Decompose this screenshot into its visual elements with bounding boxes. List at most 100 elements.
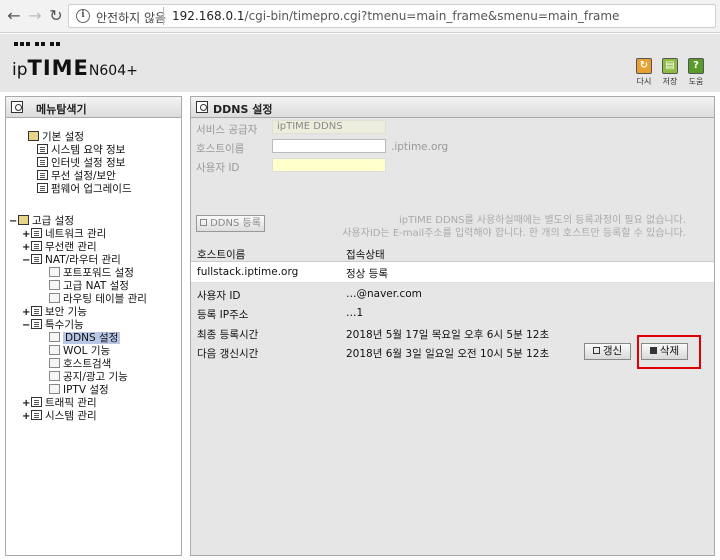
traffic-icon <box>31 397 42 407</box>
tree-port-forward[interactable]: 포트포워드 설정 <box>49 267 134 280</box>
tree-internet-settings[interactable]: 인터넷 설정 정보 <box>37 157 125 170</box>
tree-advanced-settings[interactable]: − 고급 설정 <box>9 215 74 228</box>
tree-wol[interactable]: WOL 기능 <box>49 345 110 358</box>
wifi-icon <box>31 241 42 251</box>
chart-icon <box>31 410 42 420</box>
reload-icon[interactable]: ↻ <box>46 6 66 26</box>
detail-userid: 사용자 ID …@naver.com <box>191 285 714 305</box>
tree-nat-router[interactable]: − NAT/라우터 관리 <box>22 254 121 267</box>
host-table-header: 호스트이름 접속상태 <box>191 244 714 262</box>
tree-wireless-management[interactable]: + 무선랜 관리 <box>22 241 97 254</box>
page-icon <box>49 332 60 342</box>
tree-security[interactable]: + 보안 기능 <box>22 306 87 319</box>
detail-last-registered: 최종 등록시간 2018년 5월 17일 목요일 오후 6시 5분 12초 <box>191 324 714 344</box>
menu-explorer-title: 메뉴탐색기 <box>36 103 87 116</box>
help-icon: ? <box>688 58 704 74</box>
info-icon[interactable]: i <box>76 9 90 23</box>
url-path: /cgi-bin/timepro.cgi?tmenu=main_frame&sm… <box>244 9 620 23</box>
detail-last-registered-label: 최종 등록시간 <box>197 329 259 341</box>
tree-basic-settings[interactable]: 기본 설정 <box>19 131 84 144</box>
chart-icon <box>37 144 48 154</box>
tree-iptv[interactable]: IPTV 설정 <box>49 384 109 397</box>
url-text[interactable]: 192.168.0.1/cgi-bin/timepro.cgi?tmenu=ma… <box>172 9 619 23</box>
page-icon <box>49 384 60 394</box>
tree-routing-table[interactable]: 라우팅 테이블 관리 <box>49 293 147 306</box>
detail-next-update-value: 2018년 6월 3일 일요일 오전 10시 5분 12초 <box>346 348 550 360</box>
help-label: 도움 <box>688 77 704 86</box>
provider-select[interactable]: ipTIME DDNS <box>272 120 386 134</box>
header-buttons: ↻ 다시 ▤ 저장 ? 도움 <box>635 58 705 87</box>
refresh-button[interactable]: 갱신 <box>584 343 631 360</box>
col-hostname: 호스트이름 <box>197 249 246 261</box>
hostname-suffix: .iptime.org <box>391 141 449 153</box>
save-button[interactable]: ▤ 저장 <box>661 58 679 87</box>
logo-time: TIME <box>27 56 89 80</box>
url-host: 192.168.0.1 <box>172 9 245 23</box>
address-bar[interactable]: i 안전하지 않음 192.168.0.1/cgi-bin/timepro.cg… <box>68 4 716 28</box>
tree-advanced-nat[interactable]: 고급 NAT 설정 <box>49 280 129 293</box>
magnifier-icon <box>11 101 23 113</box>
forward-icon[interactable]: → <box>25 6 45 26</box>
row-status: 정상 등록 <box>346 268 388 280</box>
userid-label: 사용자 ID <box>196 162 240 174</box>
collapse-icon[interactable]: − <box>22 254 30 267</box>
ddns-register-button[interactable]: DDNS 등록 <box>196 215 265 232</box>
detail-ip-value: …1 <box>346 307 364 319</box>
detail-last-registered-value: 2018년 5월 17일 목요일 오후 6시 5분 12초 <box>346 329 550 341</box>
logo-model: N604+ <box>88 63 138 79</box>
tree-wireless-security[interactable]: 무선 설정/보안 <box>37 170 116 183</box>
collapse-icon[interactable]: − <box>9 215 17 228</box>
router-icon <box>31 254 42 264</box>
userid-input[interactable] <box>272 158 386 172</box>
tree-host-search[interactable]: 호스트검색 <box>49 358 111 371</box>
restart-icon: ↻ <box>636 58 652 74</box>
restart-button[interactable]: ↻ 다시 <box>635 58 653 87</box>
save-icon: ▤ <box>662 58 678 74</box>
page-icon <box>196 101 208 113</box>
table-row[interactable]: fullstack.iptime.org 정상 등록 <box>191 262 714 283</box>
wifi-icon <box>37 170 48 180</box>
row-hostname: fullstack.iptime.org <box>197 266 299 278</box>
expand-icon[interactable]: + <box>22 397 30 410</box>
page-icon <box>49 371 60 381</box>
tree-network-management[interactable]: + 네트워크 관리 <box>22 228 106 241</box>
security-label[interactable]: 안전하지 않음 <box>96 9 166 26</box>
provider-label: 서비스 공급자 <box>196 124 258 136</box>
detail-next-update-label: 다음 갱신시간 <box>197 348 259 360</box>
menu-explorer-header: 메뉴탐색기 <box>6 97 181 118</box>
lock-icon <box>31 306 42 316</box>
tree-system-management[interactable]: + 시스템 관리 <box>22 410 97 423</box>
detail-ip-label: 등록 IP주소 <box>197 309 249 321</box>
back-icon[interactable]: ← <box>4 6 24 26</box>
expand-icon[interactable]: + <box>22 241 30 254</box>
tree-firmware-upgrade[interactable]: 펌웨어 업그레이드 <box>37 183 132 196</box>
tree-notice-ads[interactable]: 공지/광고 기능 <box>49 371 128 384</box>
gear-icon <box>31 319 42 329</box>
help-button[interactable]: ? 도움 <box>687 58 705 87</box>
tree-ddns-settings[interactable]: DDNS 설정 <box>49 332 121 345</box>
hostname-label: 호스트이름 <box>196 143 245 155</box>
hostname-input[interactable] <box>272 139 386 153</box>
page-icon <box>49 280 60 290</box>
iptime-logo: ipTIMEN604+ <box>12 56 138 80</box>
page-icon <box>49 293 60 303</box>
menu-explorer-panel: 메뉴탐색기 기본 설정 시스템 요약 정보 인터넷 설정 정보 무선 설정/보안… <box>5 96 182 556</box>
logo-ip: ip <box>12 60 28 80</box>
collapse-icon[interactable]: − <box>22 319 30 332</box>
tree-system-summary[interactable]: 시스템 요약 정보 <box>37 144 125 157</box>
tree-special-functions[interactable]: − 특수기능 <box>22 319 84 332</box>
ddns-register-label: DDNS 등록 <box>210 218 261 229</box>
router-header: ipTIMEN604+ ↻ 다시 ▤ 저장 ? 도움 <box>0 34 720 92</box>
delete-highlight-box <box>637 335 701 369</box>
page-icon <box>49 267 60 277</box>
folder-icon <box>28 131 39 141</box>
tree-traffic[interactable]: + 트래픽 관리 <box>22 397 97 410</box>
detail-next-update: 다음 갱신시간 2018년 6월 3일 일요일 오전 10시 5분 12초 <box>191 343 714 363</box>
browser-toolbar: ← → ↻ i 안전하지 않음 192.168.0.1/cgi-bin/time… <box>0 0 720 33</box>
expand-icon[interactable]: + <box>22 306 30 319</box>
logo-mark-icon <box>14 42 60 46</box>
expand-icon[interactable]: + <box>22 228 30 241</box>
register-icon <box>200 219 208 226</box>
expand-icon[interactable]: + <box>22 410 30 423</box>
detail-ip: 등록 IP주소 …1 <box>191 304 714 324</box>
